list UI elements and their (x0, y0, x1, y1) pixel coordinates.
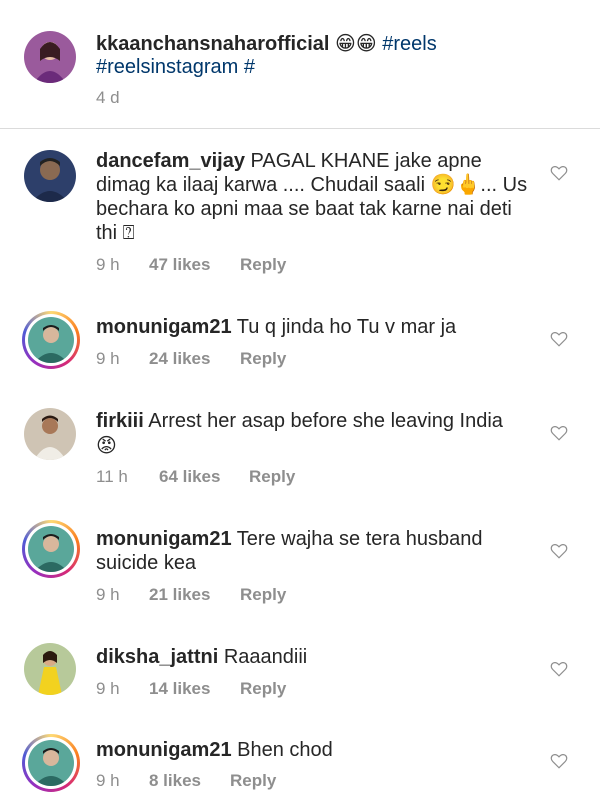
comment-time: 9 h (96, 771, 120, 790)
comment-body-line: bechara ko apni maa se baat tak karne na… (96, 198, 512, 220)
avatar-kkaanchansnaharofficial[interactable] (24, 31, 76, 83)
comment-time: 9 h (96, 255, 120, 274)
divider (0, 128, 600, 129)
comment-body-line: dimag ka ilaaj karwa .... Chudail saali … (96, 174, 528, 196)
avatar-monunigam21[interactable] (22, 520, 80, 578)
like-heart-icon[interactable] (550, 164, 568, 182)
reply-button[interactable]: Reply (240, 679, 286, 699)
comment-username[interactable]: monunigam21 (96, 739, 232, 761)
comment-meta: 11 h 64 likes Reply (96, 467, 295, 487)
comment-meta: 9 h 8 likes Reply (96, 771, 276, 791)
comment-username[interactable]: monunigam21 (96, 528, 232, 550)
reply-button[interactable]: Reply (230, 771, 276, 791)
comment-body-line: suicide kea (96, 552, 197, 574)
avatar-dancefam-vijay[interactable] (24, 150, 76, 202)
comment-body: Raaandiii (223, 646, 308, 668)
comment-text: monunigam21 Bhen chod (96, 738, 333, 762)
comment-likes[interactable]: 64 likes (159, 467, 249, 487)
comment-body-line: 😡 (96, 433, 117, 457)
like-heart-icon[interactable] (550, 424, 568, 442)
comment-body: Tere wajha se tera husband (236, 528, 483, 550)
avatar-monunigam21[interactable] (22, 734, 80, 792)
comment-likes[interactable]: 24 likes (149, 349, 240, 369)
comment-time: 9 h (96, 679, 120, 698)
comment-body: Bhen chod (237, 739, 333, 761)
comment-username[interactable]: monunigam21 (96, 316, 232, 338)
comment-time: 9 h (96, 585, 120, 604)
comment-time: 11 h (96, 467, 128, 486)
comment-text: monunigam21 Tere wajha se tera husband (96, 527, 483, 551)
comment-meta: 9 h 21 likes Reply (96, 585, 286, 605)
like-heart-icon[interactable] (550, 542, 568, 560)
post-caption: kkaanchansnaharofficial 😁😁 #reels #reels… (0, 0, 600, 128)
avatar-monunigam21[interactable] (22, 311, 80, 369)
caption-hashtag-line-2[interactable]: #reelsinstagram # (96, 55, 255, 79)
comment-username[interactable]: dancefam_vijay (96, 150, 245, 172)
comment-text: dancefam_vijay PAGAL KHANE jake apne (96, 149, 536, 173)
comment-username[interactable]: diksha_jattni (96, 646, 218, 668)
comment-time: 9 h (96, 349, 120, 368)
like-heart-icon[interactable] (550, 752, 568, 770)
comment-likes[interactable]: 21 likes (149, 585, 240, 605)
comment-meta: 9 h 24 likes Reply (96, 349, 286, 369)
comment-meta: 9 h 14 likes Reply (96, 679, 286, 699)
comment-body: PAGAL KHANE jake apne (250, 150, 482, 172)
comment-text: firkiii Arrest her asap before she leavi… (96, 409, 503, 433)
reply-button[interactable]: Reply (249, 467, 295, 487)
comment-text: diksha_jattni Raaandiii (96, 645, 307, 669)
comment-meta: 9 h 47 likes Reply (96, 255, 286, 275)
comment-body: Arrest her asap before she leaving India (148, 410, 503, 432)
comment-text: monunigam21 Tu q jinda ho Tu v mar ja (96, 315, 456, 339)
reply-button[interactable]: Reply (240, 349, 286, 369)
reply-button[interactable]: Reply (240, 255, 286, 275)
caption-hashtag-reels[interactable]: #reels (382, 33, 436, 55)
comment-body-line: thi ⍰ (96, 222, 135, 244)
caption-username[interactable]: kkaanchansnaharofficial (96, 33, 329, 55)
avatar-diksha-jattni[interactable] (24, 643, 76, 695)
caption-timestamp: 4 d (96, 88, 120, 107)
like-heart-icon[interactable] (550, 660, 568, 678)
comment-likes[interactable]: 14 likes (149, 679, 240, 699)
comment-body: Tu q jinda ho Tu v mar ja (236, 316, 457, 338)
comment-likes[interactable]: 47 likes (149, 255, 240, 275)
comment-likes[interactable]: 8 likes (149, 771, 230, 791)
reply-button[interactable]: Reply (240, 585, 286, 605)
caption-emojis: 😁😁 (335, 31, 377, 55)
like-heart-icon[interactable] (550, 330, 568, 348)
avatar-firkiii[interactable] (24, 408, 76, 460)
caption-line-1: kkaanchansnaharofficial 😁😁 #reels (96, 31, 437, 56)
comment-username[interactable]: firkiii (96, 410, 144, 432)
